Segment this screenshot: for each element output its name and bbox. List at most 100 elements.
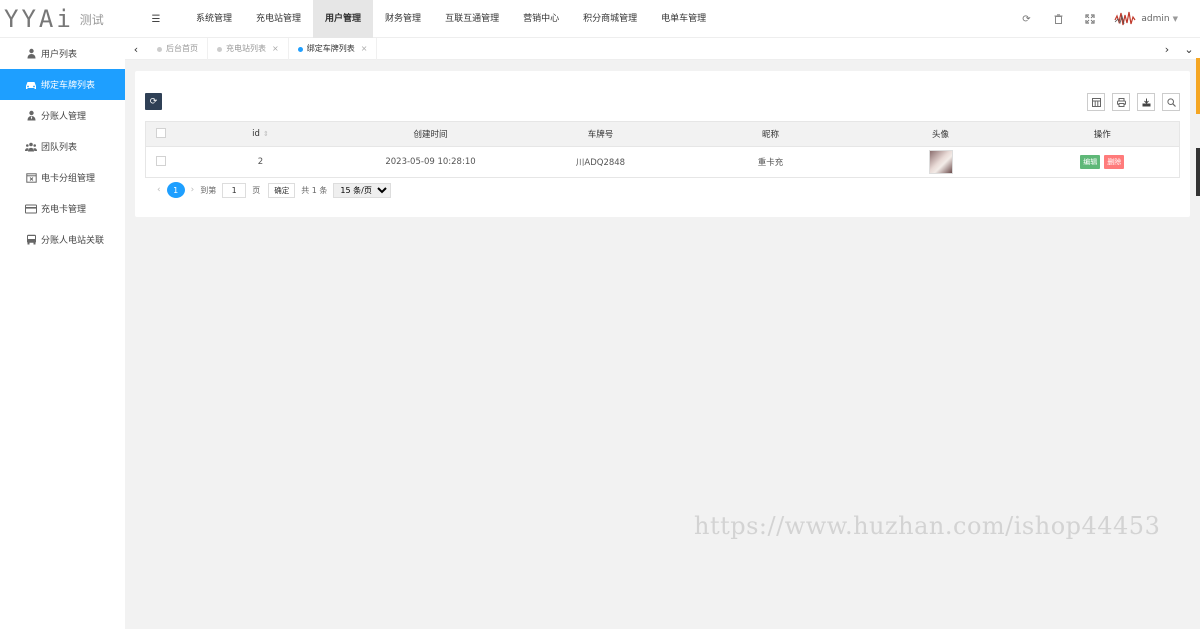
col-avatar-header: 头像 bbox=[855, 121, 1026, 147]
sidebar-item-bound-plates[interactable]: 绑定车牌列表 bbox=[0, 69, 125, 100]
top-nav-item-interconnect[interactable]: 互联互通管理 bbox=[433, 0, 511, 38]
edit-button[interactable]: 编辑 bbox=[1080, 155, 1101, 169]
col-actions-header: 操作 bbox=[1025, 121, 1180, 147]
row-checkbox[interactable] bbox=[155, 155, 166, 166]
open-tabs: 后台首页 充电站列表 × 绑定车牌列表 × bbox=[148, 38, 378, 60]
tab-menu-chevron-down-icon[interactable]: ⌄ bbox=[1178, 38, 1200, 60]
sidebar-item-label: 电卡分组管理 bbox=[41, 174, 96, 184]
users-icon bbox=[25, 48, 37, 60]
tab-scroll-right-icon[interactable]: › bbox=[1156, 38, 1178, 60]
header-actions: ⟳ admin ▼ bbox=[1010, 0, 1200, 38]
user-avatar-icon bbox=[1114, 11, 1136, 26]
tab-label: 后台首页 bbox=[166, 44, 198, 53]
select-all-cell bbox=[145, 121, 176, 147]
close-icon[interactable]: × bbox=[361, 38, 368, 60]
table-header-row: id ⇕ 创建时间 车牌号 昵称 头像 操作 bbox=[145, 121, 1180, 147]
top-nav-item-stations[interactable]: 充电站管理 bbox=[244, 0, 313, 38]
user-tie-icon bbox=[25, 110, 37, 122]
trash-icon[interactable] bbox=[1042, 0, 1074, 38]
tab-home[interactable]: 后台首页 bbox=[148, 38, 208, 60]
calendar-x-icon bbox=[25, 172, 37, 184]
delete-button[interactable]: 删除 bbox=[1104, 155, 1125, 169]
user-avatar-image[interactable] bbox=[928, 150, 953, 174]
sidebar-item-charge-cards[interactable]: 充电卡管理 bbox=[0, 193, 125, 224]
close-icon[interactable]: × bbox=[272, 38, 279, 60]
print-icon[interactable] bbox=[1112, 93, 1130, 111]
caret-down-icon: ▼ bbox=[1172, 15, 1178, 23]
col-id-header[interactable]: id ⇕ bbox=[175, 121, 346, 147]
car-icon bbox=[25, 79, 37, 91]
plates-table: id ⇕ 创建时间 车牌号 昵称 头像 操作 2 2023-05-09 10:28… bbox=[145, 121, 1180, 178]
sidebar-item-payee-mgmt[interactable]: 分账人管理 bbox=[0, 100, 125, 131]
tab-bound-plates[interactable]: 绑定车牌列表 × bbox=[289, 38, 378, 60]
prev-page-icon[interactable]: ‹ bbox=[157, 185, 161, 195]
row-nickname: 重卡充 bbox=[685, 146, 856, 178]
user-menu[interactable]: admin ▼ bbox=[1106, 10, 1200, 28]
top-nav-item-finance[interactable]: 财务管理 bbox=[373, 0, 433, 38]
tab-label: 绑定车牌列表 bbox=[306, 44, 355, 53]
table-row: 2 2023-05-09 10:28:10 川ADQ2848 重卡充 编辑 删除 bbox=[145, 146, 1180, 178]
sidebar-item-payee-station-link[interactable]: 分账人电站关联 bbox=[0, 224, 125, 255]
content-panel: ⟳ id ⇕ 创建时间 车牌号 昵称 头像 操作 2 2023-05-09 10:… bbox=[135, 71, 1190, 217]
top-nav: 系统管理 充电站管理 用户管理 财务管理 互联互通管理 营销中心 积分商城管理 … bbox=[184, 0, 718, 38]
sidebar-item-label: 用户列表 bbox=[41, 50, 78, 60]
sidebar-item-card-groups[interactable]: 电卡分组管理 bbox=[0, 162, 125, 193]
goto-confirm-button[interactable]: 确定 bbox=[268, 182, 296, 198]
table-refresh-button[interactable]: ⟳ bbox=[145, 93, 162, 110]
tab-dot bbox=[297, 46, 303, 52]
sidebar-item-user-list[interactable]: 用户列表 bbox=[0, 38, 125, 69]
total-count: 共 1 条 bbox=[301, 185, 328, 195]
logo-mark: YYAi bbox=[4, 5, 74, 33]
tab-bar: ‹ 后台首页 充电站列表 × 绑定车牌列表 × › ⌄ bbox=[125, 38, 1200, 60]
card-icon bbox=[25, 203, 37, 215]
row-plate: 川ADQ2848 bbox=[515, 146, 686, 178]
top-nav-item-points-mall[interactable]: 积分商城管理 bbox=[571, 0, 649, 38]
select-all-checkbox[interactable] bbox=[155, 127, 166, 138]
col-nickname-header: 昵称 bbox=[685, 121, 856, 147]
next-page-icon[interactable]: › bbox=[191, 185, 195, 195]
col-created-header: 创建时间 bbox=[345, 121, 516, 147]
goto-prefix-label: 到第 bbox=[200, 185, 217, 195]
row-id: 2 bbox=[175, 146, 346, 178]
current-page-button[interactable]: 1 bbox=[166, 182, 185, 198]
tab-station-list[interactable]: 充电站列表 × bbox=[208, 38, 289, 60]
table-toolbar bbox=[1080, 93, 1180, 111]
sidebar-item-label: 充电卡管理 bbox=[41, 205, 87, 215]
sidebar-item-team-list[interactable]: 团队列表 bbox=[0, 131, 125, 162]
top-header: YYAi 测试 ☰ 系统管理 充电站管理 用户管理 财务管理 互联互通管理 营销… bbox=[0, 0, 1200, 38]
sidebar-item-label: 团队列表 bbox=[41, 143, 78, 153]
export-icon[interactable] bbox=[1137, 93, 1155, 111]
row-created: 2023-05-09 10:28:10 bbox=[345, 146, 516, 178]
tab-dot bbox=[217, 46, 222, 52]
tab-scroll-left-icon[interactable]: ‹ bbox=[125, 38, 147, 60]
search-icon[interactable] bbox=[1162, 93, 1180, 111]
top-nav-item-ebike[interactable]: 电单车管理 bbox=[649, 0, 718, 38]
floating-side-tab-dark[interactable] bbox=[1196, 148, 1200, 196]
watermark-text: https://www.huzhan.com/ishop44453 bbox=[694, 512, 1161, 540]
page-size-select[interactable]: 15 条/页 bbox=[333, 182, 392, 198]
tab-label: 充电站列表 bbox=[226, 44, 266, 53]
menu-toggle-icon[interactable]: ☰ bbox=[148, 11, 164, 27]
col-plate-header: 车牌号 bbox=[515, 121, 686, 147]
pagination: ‹ 1 › 到第 页 确定 共 1 条 15 条/页 bbox=[151, 182, 392, 198]
sidebar-item-label: 分账人管理 bbox=[41, 112, 87, 122]
floating-side-tab[interactable] bbox=[1196, 58, 1200, 114]
row-select-cell bbox=[145, 146, 176, 178]
sidebar-item-label: 绑定车牌列表 bbox=[41, 81, 96, 91]
top-nav-item-marketing[interactable]: 营销中心 bbox=[511, 0, 571, 38]
goto-suffix-label: 页 bbox=[252, 185, 261, 195]
refresh-icon[interactable]: ⟳ bbox=[1010, 0, 1042, 38]
sort-icon[interactable]: ⇕ bbox=[263, 130, 269, 138]
env-label: 测试 bbox=[79, 12, 104, 27]
goto-page-input[interactable] bbox=[222, 182, 247, 198]
brand-logo[interactable]: YYAi 测试 bbox=[0, 0, 125, 38]
fullscreen-icon[interactable] bbox=[1074, 0, 1106, 38]
row-actions: 编辑 删除 bbox=[1025, 146, 1180, 178]
columns-icon[interactable] bbox=[1087, 93, 1105, 111]
bus-icon bbox=[25, 234, 37, 246]
sidebar: 用户列表 绑定车牌列表 分账人管理 团队列表 电卡分组管理 充电卡管理 分账人电… bbox=[0, 38, 125, 629]
top-nav-item-users[interactable]: 用户管理 bbox=[313, 0, 374, 38]
team-icon bbox=[25, 141, 37, 153]
top-nav-item-system[interactable]: 系统管理 bbox=[184, 0, 244, 38]
tab-dot bbox=[157, 46, 162, 52]
